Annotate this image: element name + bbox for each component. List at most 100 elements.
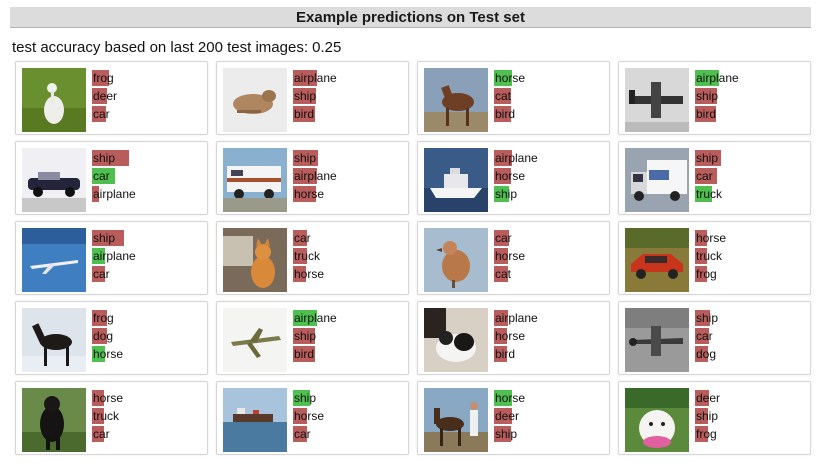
- prediction-label: frog: [696, 267, 717, 281]
- test-image-thumbnail: [625, 148, 689, 212]
- test-image-thumbnail: [223, 148, 287, 212]
- prediction-row: horse: [494, 167, 606, 185]
- prediction-row: ship: [293, 87, 405, 105]
- prediction-card: ship horse car: [216, 381, 409, 455]
- prediction-list: airplane ship bird: [293, 309, 405, 363]
- prediction-row: truck: [293, 247, 405, 265]
- prediction-label: horse: [294, 409, 325, 423]
- prediction-label: horse: [294, 267, 325, 281]
- prediction-label: frog: [93, 71, 114, 85]
- prediction-card: frog deer car: [15, 61, 208, 135]
- prediction-label: dog: [93, 329, 114, 343]
- prediction-list: airplane ship bird: [695, 69, 807, 123]
- prediction-label: airplane: [294, 71, 337, 85]
- test-image-thumbnail: [625, 388, 689, 452]
- prediction-label: ship: [696, 89, 719, 103]
- prediction-row: frog: [695, 265, 807, 283]
- test-image-thumbnail: [424, 228, 488, 292]
- prediction-label: horse: [93, 391, 124, 405]
- test-image-thumbnail: [22, 148, 86, 212]
- prediction-list: airplane ship bird: [293, 69, 405, 123]
- test-image-thumbnail: [625, 228, 689, 292]
- prediction-card: ship car dog: [618, 301, 811, 375]
- prediction-label: horse: [93, 347, 124, 361]
- prediction-row: ship: [494, 185, 606, 203]
- prediction-label: car: [696, 169, 713, 183]
- prediction-label: ship: [495, 187, 518, 201]
- prediction-row: horse: [494, 389, 606, 407]
- prediction-list: horse cat bird: [494, 69, 606, 123]
- prediction-list: ship airplane horse: [293, 149, 405, 203]
- prediction-card: ship car airplane: [15, 141, 208, 215]
- prediction-card: airplane ship bird: [216, 301, 409, 375]
- prediction-label: car: [294, 231, 311, 245]
- prediction-label: truck: [696, 249, 723, 263]
- prediction-label: deer: [93, 89, 118, 103]
- prediction-label: ship: [696, 311, 719, 325]
- prediction-row: ship: [494, 425, 606, 443]
- prediction-label: airplane: [495, 151, 538, 165]
- prediction-label: ship: [93, 231, 116, 245]
- prediction-card: ship airplane horse: [216, 141, 409, 215]
- prediction-row: airplane: [494, 309, 606, 327]
- prediction-row: ship: [293, 149, 405, 167]
- test-image-thumbnail: [223, 308, 287, 372]
- prediction-label: bird: [495, 107, 516, 121]
- test-image-thumbnail: [625, 308, 689, 372]
- prediction-list: car horse cat: [494, 229, 606, 283]
- prediction-row: bird: [695, 105, 807, 123]
- prediction-row: airplane: [293, 309, 405, 327]
- prediction-label: airplane: [696, 71, 739, 85]
- prediction-row: truck: [92, 407, 204, 425]
- prediction-row: frog: [92, 309, 204, 327]
- prediction-card: horse truck car: [15, 381, 208, 455]
- test-image-thumbnail: [625, 68, 689, 132]
- prediction-label: car: [93, 267, 110, 281]
- prediction-row: bird: [494, 345, 606, 363]
- prediction-row: dog: [92, 327, 204, 345]
- prediction-label: ship: [294, 151, 317, 165]
- prediction-label: bird: [294, 347, 315, 361]
- prediction-list: frog deer car: [92, 69, 204, 123]
- predictions-grid: frog deer car airplane ship bird horse cat bird a…: [15, 61, 811, 455]
- prediction-row: car: [695, 327, 807, 345]
- prediction-row: car: [695, 167, 807, 185]
- test-image-thumbnail: [22, 68, 86, 132]
- test-image-thumbnail: [223, 388, 287, 452]
- test-image-thumbnail: [424, 148, 488, 212]
- prediction-label: horse: [495, 391, 526, 405]
- prediction-label: cat: [495, 89, 512, 103]
- prediction-card: ship airplane car: [15, 221, 208, 295]
- prediction-row: car: [92, 265, 204, 283]
- prediction-row: frog: [695, 425, 807, 443]
- prediction-card: ship car truck: [618, 141, 811, 215]
- prediction-label: airplane: [93, 187, 136, 201]
- prediction-card: car horse cat: [417, 221, 610, 295]
- prediction-card: airplane ship bird: [216, 61, 409, 135]
- prediction-row: deer: [494, 407, 606, 425]
- prediction-row: horse: [293, 407, 405, 425]
- prediction-label: frog: [696, 427, 717, 441]
- prediction-row: horse: [695, 229, 807, 247]
- prediction-row: horse: [92, 345, 204, 363]
- prediction-row: ship: [92, 229, 204, 247]
- prediction-row: ship: [92, 149, 204, 167]
- prediction-list: airplane horse ship: [494, 149, 606, 203]
- prediction-list: horse truck car: [92, 389, 204, 443]
- prediction-row: airplane: [92, 185, 204, 203]
- prediction-label: truck: [696, 187, 723, 201]
- prediction-card: horse cat bird: [417, 61, 610, 135]
- test-image-thumbnail: [424, 388, 488, 452]
- prediction-row: car: [293, 229, 405, 247]
- prediction-row: airplane: [494, 149, 606, 167]
- prediction-card: airplane ship bird: [618, 61, 811, 135]
- prediction-label: car: [93, 169, 110, 183]
- prediction-row: deer: [695, 389, 807, 407]
- prediction-row: cat: [494, 265, 606, 283]
- prediction-row: ship: [293, 327, 405, 345]
- prediction-list: horse truck frog: [695, 229, 807, 283]
- prediction-row: airplane: [695, 69, 807, 87]
- prediction-label: car: [294, 427, 311, 441]
- prediction-label: dog: [696, 347, 717, 361]
- prediction-row: dog: [695, 345, 807, 363]
